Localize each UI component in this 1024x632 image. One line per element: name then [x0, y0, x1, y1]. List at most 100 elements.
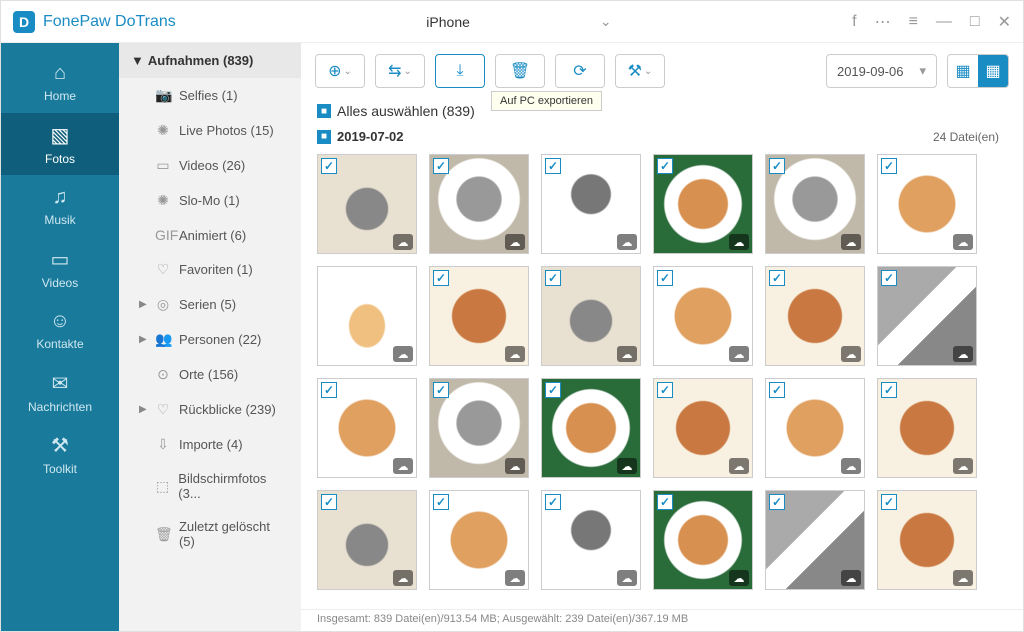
device-name: iPhone — [426, 14, 470, 30]
select-all-row[interactable]: ■ Alles auswählen (839) — [301, 99, 1023, 123]
thumb-checkbox[interactable]: ✓ — [545, 494, 561, 510]
thumb-checkbox[interactable]: ✓ — [321, 382, 337, 398]
photo-thumbnail[interactable]: ✓☁ — [429, 490, 529, 590]
sub-item[interactable]: ▭Videos (26) — [119, 148, 301, 183]
toolbox-button[interactable]: ⚒⌄ — [615, 54, 665, 88]
photo-thumbnail[interactable]: ✓☁ — [541, 490, 641, 590]
sub-item[interactable]: ✺Slo-Mo (1) — [119, 183, 301, 218]
sub-item[interactable]: ⇩Importe (4) — [119, 427, 301, 462]
thumb-checkbox[interactable]: ✓ — [881, 158, 897, 174]
thumb-checkbox[interactable]: ✓ — [881, 494, 897, 510]
photo-thumbnail[interactable]: ✓☁ — [877, 266, 977, 366]
nav-label: Nachrichten — [28, 400, 92, 414]
photo-thumbnail[interactable]: ☁ — [317, 266, 417, 366]
sub-item[interactable]: ▶♡Rückblicke (239) — [119, 392, 301, 427]
photo-thumbnail[interactable]: ✓☁ — [653, 490, 753, 590]
expand-arrow-icon: ▶ — [139, 404, 147, 415]
transfer-device-button[interactable]: ⇆⌄ — [375, 54, 425, 88]
feedback-icon[interactable]: ⋯ — [875, 12, 891, 32]
photo-thumbnail[interactable]: ✓☁ — [317, 154, 417, 254]
sub-item[interactable]: 🗑Zuletzt gelöscht (5) — [119, 510, 301, 558]
refresh-button[interactable]: ⟳ — [555, 54, 605, 88]
nav-item-videos[interactable]: ▭Videos — [1, 237, 119, 299]
collapse-icon: ▼ — [131, 53, 144, 68]
group-date: 2019-07-02 — [337, 129, 404, 144]
nav-item-home[interactable]: ⌂Home — [1, 51, 119, 113]
date-group-header[interactable]: ■ 2019-07-02 24 Datei(en) — [301, 123, 1023, 150]
sub-item[interactable]: ♡Favoriten (1) — [119, 252, 301, 287]
photo-thumbnail[interactable]: ✓☁ — [765, 154, 865, 254]
thumb-checkbox[interactable]: ✓ — [545, 158, 561, 174]
thumb-checkbox[interactable]: ✓ — [433, 494, 449, 510]
photo-thumbnail[interactable]: ✓☁ — [541, 266, 641, 366]
thumb-checkbox[interactable]: ✓ — [769, 270, 785, 286]
nav-item-musik[interactable]: ♫Musik — [1, 175, 119, 237]
thumb-checkbox[interactable]: ✓ — [545, 270, 561, 286]
menu-icon[interactable]: ≡ — [909, 13, 918, 31]
photo-thumbnail[interactable]: ✓☁ — [877, 154, 977, 254]
photo-thumbnail[interactable]: ✓☁ — [541, 378, 641, 478]
thumb-checkbox[interactable]: ✓ — [881, 382, 897, 398]
thumb-checkbox[interactable]: ✓ — [657, 270, 673, 286]
category-icon: 📷 — [155, 87, 171, 104]
export-pc-button[interactable]: ⤓ — [435, 54, 485, 88]
thumb-checkbox[interactable]: ✓ — [881, 270, 897, 286]
photo-thumbnail[interactable]: ✓☁ — [429, 154, 529, 254]
select-all-checkbox[interactable]: ■ — [317, 104, 331, 118]
maximize-icon[interactable]: □ — [970, 13, 980, 31]
photo-thumbnail[interactable]: ✓☁ — [429, 378, 529, 478]
cloud-icon: ☁ — [393, 234, 413, 250]
cloud-icon: ☁ — [393, 458, 413, 474]
photo-thumbnail[interactable]: ✓☁ — [317, 378, 417, 478]
thumb-checkbox[interactable]: ✓ — [657, 494, 673, 510]
kontakte-icon: ☺ — [50, 310, 70, 333]
large-grid-button[interactable]: ▦ — [978, 55, 1008, 87]
sub-item[interactable]: GIFAnimiert (6) — [119, 218, 301, 252]
photo-thumbnail[interactable]: ✓☁ — [429, 266, 529, 366]
sub-item[interactable]: ⊙Orte (156) — [119, 357, 301, 392]
device-selector[interactable]: iPhone ⌄ — [404, 9, 623, 34]
close-icon[interactable]: ✕ — [998, 12, 1011, 32]
thumb-checkbox[interactable]: ✓ — [321, 158, 337, 174]
date-filter[interactable]: 2019-09-06 ▾ — [826, 54, 937, 88]
cloud-icon: ☁ — [505, 570, 525, 586]
photo-thumbnail[interactable]: ✓☁ — [653, 378, 753, 478]
sub-header[interactable]: ▼ Aufnahmen (839) — [119, 43, 301, 78]
photo-thumbnail[interactable]: ✓☁ — [541, 154, 641, 254]
photo-thumbnail[interactable]: ✓☁ — [765, 490, 865, 590]
thumb-checkbox[interactable]: ✓ — [769, 494, 785, 510]
photo-thumbnail[interactable]: ✓☁ — [877, 378, 977, 478]
thumb-checkbox[interactable]: ✓ — [657, 382, 673, 398]
sub-item[interactable]: ▶◎Serien (5) — [119, 287, 301, 322]
group-checkbox[interactable]: ■ — [317, 130, 331, 144]
thumb-checkbox[interactable]: ✓ — [433, 382, 449, 398]
thumb-checkbox[interactable]: ✓ — [769, 158, 785, 174]
photo-thumbnail[interactable]: ✓☁ — [765, 266, 865, 366]
photo-thumbnail[interactable]: ✓☁ — [877, 490, 977, 590]
sub-item[interactable]: ✺Live Photos (15) — [119, 113, 301, 148]
nav-item-nachrichten[interactable]: ✉Nachrichten — [1, 361, 119, 423]
nav-item-toolkit[interactable]: ⚒Toolkit — [1, 423, 119, 485]
thumb-checkbox[interactable]: ✓ — [433, 270, 449, 286]
nav-item-kontakte[interactable]: ☺Kontakte — [1, 299, 119, 361]
facebook-icon[interactable]: f — [852, 13, 856, 31]
thumb-checkbox[interactable]: ✓ — [657, 158, 673, 174]
sub-item[interactable]: ▶👥Personen (22) — [119, 322, 301, 357]
thumb-checkbox[interactable]: ✓ — [433, 158, 449, 174]
photo-thumbnail[interactable]: ✓☁ — [765, 378, 865, 478]
thumb-checkbox[interactable]: ✓ — [545, 382, 561, 398]
thumb-checkbox[interactable]: ✓ — [769, 382, 785, 398]
photo-thumbnail[interactable]: ✓☁ — [317, 490, 417, 590]
delete-button[interactable]: 🗑 — [495, 54, 545, 88]
grid-view-button[interactable]: ▦ — [948, 55, 978, 87]
thumb-checkbox[interactable]: ✓ — [321, 494, 337, 510]
photo-thumbnail[interactable]: ✓☁ — [653, 266, 753, 366]
photo-thumbnail[interactable]: ✓☁ — [653, 154, 753, 254]
sub-item[interactable]: 📷Selfies (1) — [119, 78, 301, 113]
nav-item-fotos[interactable]: ▧Fotos — [1, 113, 119, 175]
sub-item-label: Personen (22) — [179, 332, 261, 347]
cloud-icon: ☁ — [617, 234, 637, 250]
add-button[interactable]: ⊕⌄ — [315, 54, 365, 88]
minimize-icon[interactable]: — — [936, 13, 952, 31]
sub-item[interactable]: ⬚Bildschirmfotos (3... — [119, 462, 301, 510]
